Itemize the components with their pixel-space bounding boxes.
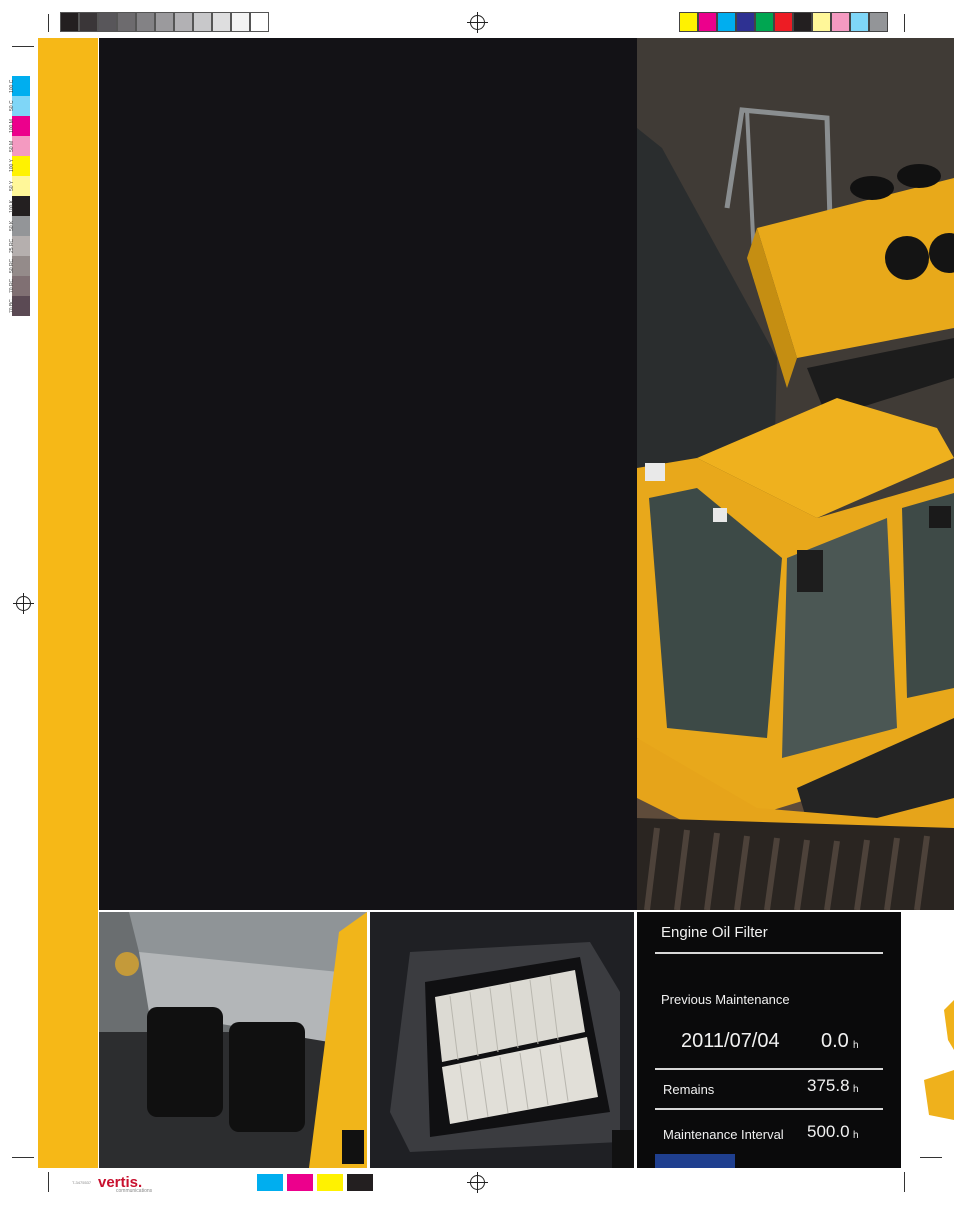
color-bar-swatch	[850, 12, 869, 32]
unit-label: h	[853, 1130, 859, 1141]
gray-step-swatch	[231, 12, 250, 32]
color-bar-swatch	[774, 12, 793, 32]
side-swatch-label: 70 RC	[9, 278, 15, 294]
bottom-swatch-yellow	[317, 1174, 343, 1191]
yellow-side-band	[38, 38, 98, 1168]
color-bar-swatch	[869, 12, 888, 32]
side-swatch-label: 50 RC	[9, 258, 15, 274]
side-swatch-label: 100 Y	[9, 159, 15, 173]
color-bar-swatch	[793, 12, 812, 32]
unit-label: h	[853, 1084, 859, 1095]
dark-content-panel	[99, 38, 637, 910]
color-bar-swatch	[812, 12, 831, 32]
monitor-blue-button	[655, 1154, 735, 1168]
remains-label: Remains	[663, 1082, 715, 1097]
unit-label: h	[853, 1040, 859, 1051]
color-bar-swatch	[679, 12, 698, 32]
crop-mark	[48, 14, 49, 32]
side-swatch-label: 100 C	[9, 79, 15, 93]
gray-step-swatch	[212, 12, 231, 32]
excavator-cab-photo	[637, 38, 954, 910]
gray-step-swatch	[98, 12, 117, 32]
registration-mark-icon	[467, 1172, 488, 1193]
remains-hours: 375.8	[807, 1076, 850, 1095]
air-filter-illustration	[370, 912, 634, 1168]
crop-mark	[12, 1157, 34, 1158]
previous-maintenance-label: Previous Maintenance	[661, 992, 790, 1007]
excavator-illustration	[637, 38, 954, 910]
job-code: T-3475537	[72, 1180, 92, 1185]
gray-step-bar	[60, 12, 269, 32]
monitor-divider	[655, 952, 883, 954]
previous-maintenance-hours: 0.0	[821, 1030, 849, 1052]
maintenance-interval-hours: 500.0	[807, 1122, 850, 1141]
gray-step-swatch	[136, 12, 155, 32]
gray-step-swatch	[250, 12, 269, 32]
side-swatch-label: 100 K	[9, 199, 15, 213]
side-swatch-label: 50 C	[9, 100, 15, 112]
side-swatch-labels: 100 C 50 C 100 M 50 M 100 Y 50 Y 100 K 50 K 25 R…	[2, 76, 15, 316]
monitor-divider	[655, 1068, 883, 1070]
crop-mark	[904, 14, 905, 32]
crop-mark	[904, 1172, 905, 1192]
crop-mark	[920, 1157, 942, 1158]
yellow-part-photo	[904, 990, 954, 1140]
crop-mark	[48, 1172, 49, 1192]
side-swatch-label: 50 K	[9, 220, 15, 232]
fuel-filter-photo	[99, 912, 367, 1168]
color-control-bar	[679, 12, 888, 32]
color-bar-swatch	[755, 12, 774, 32]
side-swatch-label: 25 RC	[9, 238, 15, 254]
gray-step-swatch	[155, 12, 174, 32]
registration-mark-icon	[13, 593, 34, 614]
bottom-swatch-magenta	[287, 1174, 313, 1191]
filter-illustration	[99, 912, 367, 1168]
color-bar-swatch	[736, 12, 755, 32]
color-bar-swatch	[831, 12, 850, 32]
bottom-swatch-cyan	[257, 1174, 283, 1191]
side-swatch-label: 70 BC	[9, 299, 15, 313]
monitor-title: Engine Oil Filter	[661, 924, 768, 941]
registration-mark-icon	[467, 12, 488, 33]
printer-subtitle: communications	[116, 1188, 153, 1194]
color-bar-swatch	[698, 12, 717, 32]
color-bar-swatch	[717, 12, 736, 32]
crop-mark	[12, 46, 34, 47]
side-swatch-label: 50 Y	[9, 180, 15, 192]
gray-step-swatch	[79, 12, 98, 32]
monitor-divider	[655, 1108, 883, 1110]
monitor-display-photo: Engine Oil Filter Previous Maintenance 2…	[637, 912, 901, 1168]
maintenance-interval-label: Maintenance Interval	[663, 1127, 784, 1142]
bottom-swatch-black	[347, 1174, 373, 1191]
cab-air-filter-photo	[370, 912, 634, 1168]
previous-maintenance-date: 2011/07/04	[681, 1030, 780, 1052]
gray-step-swatch	[60, 12, 79, 32]
gray-step-swatch	[117, 12, 136, 32]
side-swatch-label: 50 M	[9, 140, 15, 152]
side-swatch-label: 100 M	[9, 119, 15, 133]
gray-step-swatch	[174, 12, 193, 32]
gray-step-swatch	[193, 12, 212, 32]
